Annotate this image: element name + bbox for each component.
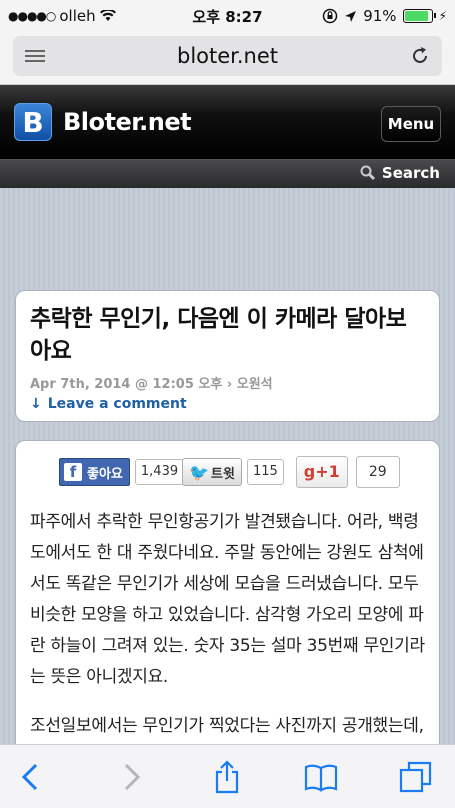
google-plus-count: 29 — [355, 456, 400, 488]
battery-level — [404, 11, 429, 21]
search-button[interactable]: Search — [360, 164, 440, 182]
tweet-button[interactable]: 🐦 트윗 — [182, 458, 242, 486]
search-bar: Search — [0, 159, 455, 188]
social-share-bar: f 좋아요 1,439 🐦 트윗 115 g+1 29 — [59, 455, 425, 489]
article-paragraph: 조선일보에서는 무인기가 찍었다는 사진까지 공개했는데, 오리니가 청와대가 … — [30, 716, 424, 736]
post-body-card: f 좋아요 1,439 🐦 트윗 115 g+1 29 파주에서 추락한 무인항… — [15, 440, 440, 744]
tabs-icon[interactable] — [398, 759, 434, 795]
browser-toolbar — [0, 744, 455, 808]
twitter-bird-icon: 🐦 — [189, 462, 210, 482]
url-text[interactable]: bloter.net — [13, 44, 442, 68]
status-bar: ●●●●○ olleh 오후 8:27 91% ⚡ — [0, 0, 455, 32]
site-header: B Bloter.net Menu — [0, 85, 455, 159]
battery-percent: 91% — [363, 7, 397, 25]
menu-button[interactable]: Menu — [381, 106, 441, 142]
reload-icon[interactable] — [408, 44, 432, 68]
arrow-down-icon: ↓ — [30, 396, 42, 412]
leave-comment-link[interactable]: ↓ Leave a comment — [30, 396, 425, 412]
tweet-count: 115 — [246, 459, 284, 485]
post-header-card: 추락한 무인기, 다음엔 이 카메라 달아보아요 Apr 7th, 2014 @… — [15, 290, 440, 422]
location-arrow-icon — [345, 10, 357, 22]
post-title[interactable]: 추락한 무인기, 다음엔 이 카메라 달아보아요 — [30, 303, 425, 367]
browser-address-bar: bloter.net — [0, 32, 455, 85]
bloter-logo-icon[interactable]: B — [14, 103, 52, 141]
back-arrow-icon[interactable] — [14, 759, 50, 795]
facebook-icon: f — [64, 463, 82, 481]
facebook-like-count: 1,439 — [134, 459, 185, 485]
site-name[interactable]: Bloter.net — [63, 108, 192, 136]
charging-icon: ⚡ — [438, 9, 447, 23]
facebook-like-button[interactable]: f 좋아요 — [59, 458, 130, 486]
article-body: 파주에서 추락한 무인항공기가 발견됐습니다. 어라, 백령도에서도 한 대 주… — [30, 507, 425, 744]
search-label: Search — [381, 164, 440, 182]
search-icon — [360, 165, 375, 181]
battery-icon — [402, 9, 436, 23]
forward-arrow-icon[interactable] — [112, 759, 148, 795]
bookmarks-icon[interactable] — [303, 759, 339, 795]
google-plus-button[interactable]: g+1 — [295, 456, 348, 488]
facebook-like-label: 좋아요 — [87, 466, 123, 482]
article-paragraph: 파주에서 추락한 무인항공기가 발견됐습니다. 어라, 백령도에서도 한 대 주… — [30, 512, 425, 687]
leave-comment-label: Leave a comment — [47, 396, 187, 412]
content-area: 추락한 무인기, 다음엔 이 카메라 달아보아요 Apr 7th, 2014 @… — [0, 188, 455, 744]
tweet-label: 트윗 — [211, 466, 235, 482]
status-right: 91% ⚡ — [322, 7, 447, 25]
post-meta: Apr 7th, 2014 @ 12:05 오후 › 오원석 — [30, 377, 273, 392]
url-field[interactable]: bloter.net — [13, 36, 442, 76]
share-icon[interactable] — [209, 759, 245, 795]
rotation-lock-icon — [322, 8, 338, 24]
